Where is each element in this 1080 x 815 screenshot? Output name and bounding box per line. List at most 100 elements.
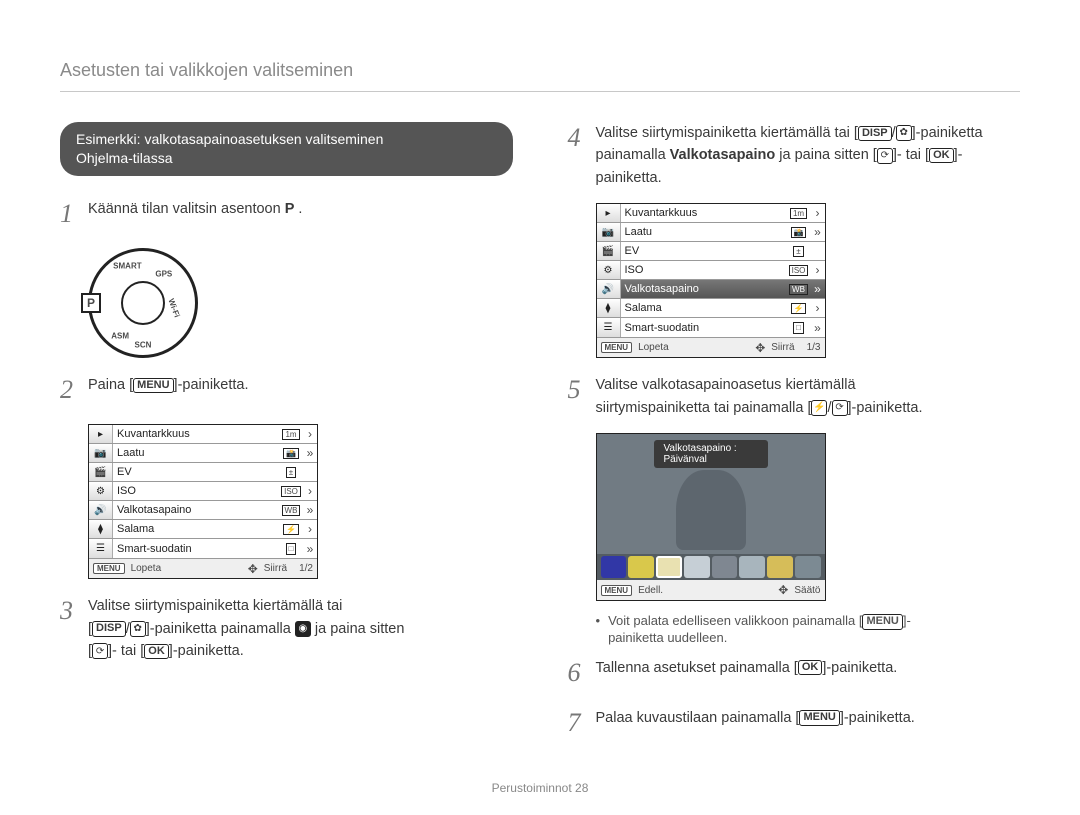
row-value-icon: ISO bbox=[279, 486, 303, 498]
chevron-icon: › bbox=[811, 301, 825, 315]
bullet-icon: • bbox=[596, 613, 601, 644]
dial-label-scn: SCN bbox=[135, 340, 152, 349]
wb-option bbox=[739, 556, 765, 578]
step5-l2-pre: siirtymispainiketta tai painamalla [ bbox=[596, 400, 812, 416]
footer-page-a: 1/2 bbox=[299, 563, 313, 574]
camera-icon: ◉ bbox=[295, 621, 311, 637]
chevron-icon: » bbox=[303, 503, 317, 517]
step2-pre: Paina [ bbox=[88, 377, 133, 393]
step4-l1-post: ]-painiketta bbox=[912, 125, 983, 141]
menu-row: 🔊ValkotasapainoWB» bbox=[597, 280, 825, 299]
wb-option-strip bbox=[597, 554, 825, 580]
menu-row: ▸Kuvantarkkuus1m› bbox=[597, 204, 825, 223]
row-value-icon: 📸 bbox=[787, 227, 811, 239]
row-label: Valkotasapaino bbox=[621, 283, 787, 295]
step3-l2-mid: ]-painiketta painamalla bbox=[146, 621, 295, 637]
step1-post: . bbox=[298, 201, 302, 217]
wb-option bbox=[795, 556, 821, 578]
row-label: Laatu bbox=[621, 226, 787, 238]
note-pre: Voit palata edelliseen valikkoon painama… bbox=[608, 613, 862, 628]
row-value-icon: 📸 bbox=[279, 448, 303, 460]
menu-row: 📷Laatu📸» bbox=[597, 223, 825, 242]
chevron-icon: › bbox=[303, 427, 317, 441]
step-7: 7 Palaa kuvaustilaan painamalla [MENU]-p… bbox=[568, 707, 1021, 743]
step5-l1: Valitse valkotasapainoasetus kiertämällä bbox=[596, 377, 856, 393]
step-number: 3 bbox=[60, 591, 88, 662]
step-2: 2 Paina [MENU]-painiketta. bbox=[60, 374, 513, 410]
chevron-icon: » bbox=[303, 542, 317, 556]
page-footer: Perustoiminnot 28 bbox=[60, 781, 1020, 795]
row-icon: 🎬 bbox=[597, 242, 621, 260]
footer-label: Perustoiminnot bbox=[492, 781, 572, 795]
navpad-icon: ✥ bbox=[755, 341, 765, 355]
step-number: 7 bbox=[568, 703, 596, 743]
chevron-icon: › bbox=[811, 206, 825, 220]
footer-pagenum: 28 bbox=[575, 781, 588, 795]
dial-label-gps: GPS bbox=[155, 269, 172, 278]
menu-row: ⧫Salama⚡› bbox=[89, 520, 317, 539]
menu-row: 🎬EV± bbox=[597, 242, 825, 261]
menu-row: ☰Smart-suodatin□» bbox=[89, 539, 317, 558]
step4-l2-pre: painamalla bbox=[596, 147, 670, 163]
menu-row: ⚙ISOISO› bbox=[597, 261, 825, 280]
row-value-icon: WB bbox=[279, 505, 303, 517]
chevron-icon: › bbox=[303, 484, 317, 498]
row-value-icon: ⚡ bbox=[279, 524, 303, 536]
row-value-icon: ⚡ bbox=[787, 303, 811, 315]
page-title: Asetusten tai valikkojen valitseminen bbox=[60, 60, 1020, 92]
ok-button-label: OK bbox=[144, 644, 169, 659]
row-icon: ⧫ bbox=[597, 299, 621, 317]
dial-label-smart: SMART bbox=[113, 261, 141, 270]
menu-row: 📷Laatu📸» bbox=[89, 444, 317, 463]
step7-pre: Palaa kuvaustilaan painamalla [ bbox=[596, 710, 800, 726]
step6-pre: Tallenna asetukset painamalla [ bbox=[596, 660, 798, 676]
menu-screenshot-b: ▸Kuvantarkkuus1m›📷Laatu📸»🎬EV±⚙ISOISO›🔊Va… bbox=[596, 203, 826, 358]
dial-center bbox=[121, 281, 165, 325]
step4-l2-mid2: ]- tai [ bbox=[893, 147, 929, 163]
wb-option bbox=[656, 556, 682, 578]
row-icon: ⚙ bbox=[597, 261, 621, 279]
footer-exit-label: Lopeta bbox=[638, 342, 669, 353]
step3-l3-mid: ]- tai [ bbox=[108, 643, 144, 659]
menu-row: ▸Kuvantarkkuus1m› bbox=[89, 425, 317, 444]
menu-button-label: MENU bbox=[862, 614, 902, 629]
row-label: ISO bbox=[621, 264, 787, 276]
row-icon: ⧫ bbox=[89, 520, 113, 538]
pill-line1: Esimerkki: valkotasapainoasetuksen valit… bbox=[76, 130, 497, 149]
navpad-icon: ✥ bbox=[248, 562, 258, 576]
disp-button-label: DISP bbox=[858, 126, 892, 141]
note-bullet: • Voit palata edelliseen valikkoon paina… bbox=[596, 613, 1021, 644]
menu-row: 🔊ValkotasapainoWB» bbox=[89, 501, 317, 520]
footer-back-label: Edell. bbox=[638, 585, 663, 596]
chevron-icon: » bbox=[811, 225, 825, 239]
step-3: 3 Valitse siirtymispainiketta kiertämäll… bbox=[60, 595, 513, 662]
step3-line1: Valitse siirtymispainiketta kiertämällä … bbox=[88, 598, 342, 614]
macro-icon: ✿ bbox=[130, 621, 146, 637]
step6-post: ]-painiketta. bbox=[822, 660, 897, 676]
footer-adjust-label: Säätö bbox=[794, 585, 820, 596]
dial-label-wifi: Wi-Fi bbox=[167, 298, 182, 319]
step-number: 2 bbox=[60, 370, 88, 410]
wb-option bbox=[767, 556, 793, 578]
step5-l2-post: ]-painiketta. bbox=[848, 400, 923, 416]
row-icon: ☰ bbox=[89, 539, 113, 558]
row-icon: 📷 bbox=[597, 223, 621, 241]
chevron-icon: » bbox=[303, 446, 317, 460]
pill-line2: Ohjelma-tilassa bbox=[76, 149, 497, 168]
row-icon: ⚙ bbox=[89, 482, 113, 500]
wb-option bbox=[601, 556, 627, 578]
chevron-icon: › bbox=[811, 263, 825, 277]
row-label: Kuvantarkkuus bbox=[113, 428, 279, 440]
row-label: Salama bbox=[113, 523, 279, 535]
ok-button-label: OK bbox=[929, 148, 954, 163]
row-label: ISO bbox=[113, 485, 279, 497]
step-4: 4 Valitse siirtymispainiketta kiertämäll… bbox=[568, 122, 1021, 189]
row-icon: ☰ bbox=[597, 318, 621, 337]
menu-row: ⧫Salama⚡› bbox=[597, 299, 825, 318]
footer-menu-tag: MENU bbox=[601, 342, 633, 353]
row-value-icon: WB bbox=[787, 284, 811, 296]
row-label: Kuvantarkkuus bbox=[621, 207, 787, 219]
chevron-icon: » bbox=[811, 282, 825, 296]
wb-option bbox=[628, 556, 654, 578]
row-label: Valkotasapaino bbox=[113, 504, 279, 516]
